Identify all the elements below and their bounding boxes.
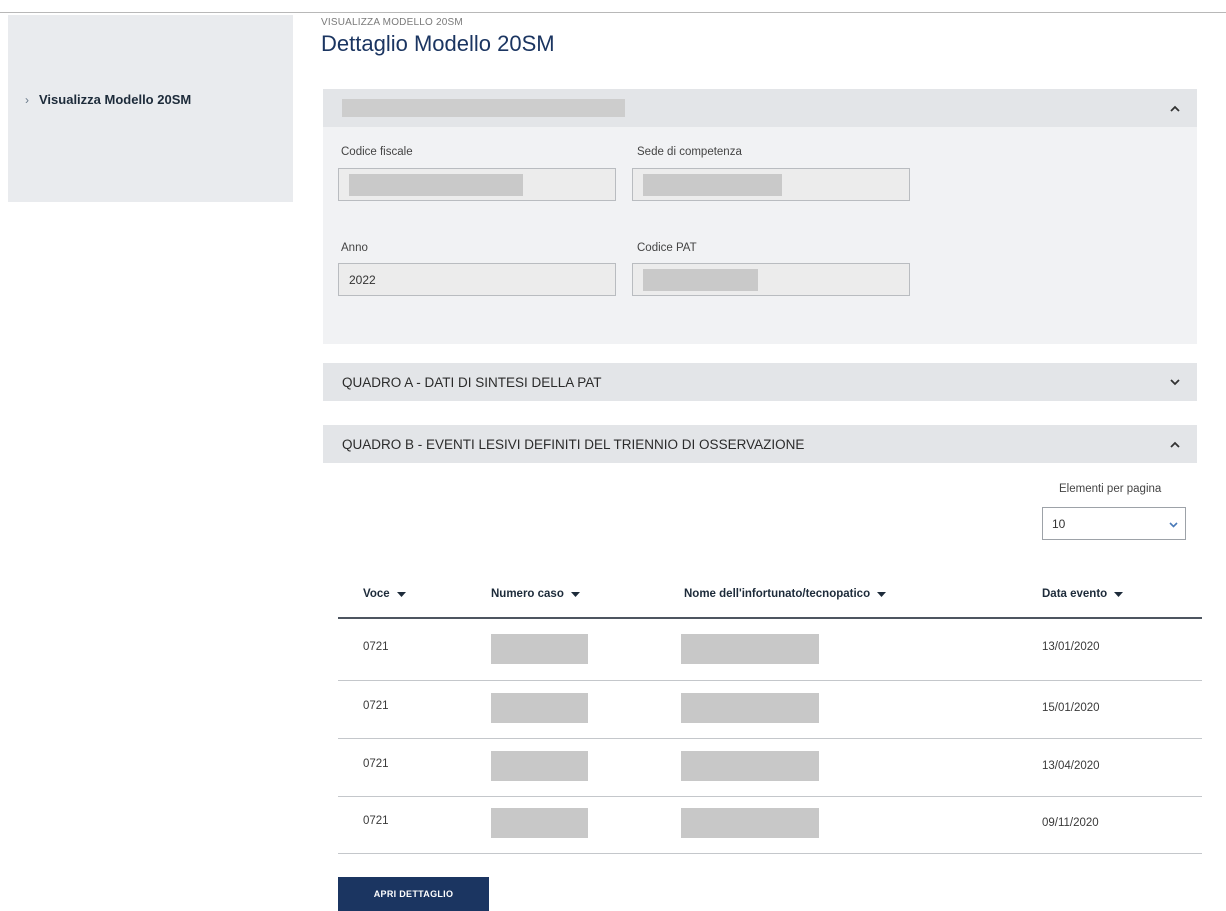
codice-fiscale-label: Codice fiscale	[341, 146, 413, 158]
sidebar	[8, 15, 293, 202]
column-header-numero-caso[interactable]: Numero caso	[491, 588, 580, 600]
general-panel-body	[323, 127, 1197, 344]
per-page-value: 10	[1052, 516, 1066, 531]
cell-data-evento: 09/11/2020	[1042, 817, 1099, 829]
row-divider	[338, 738, 1202, 739]
anno-field: 2022	[338, 263, 616, 296]
redacted-numero-caso	[491, 808, 588, 838]
chevron-down-icon	[1169, 517, 1178, 531]
page-title: Dettaglio Modello 20SM	[321, 31, 555, 56]
cell-voce: 0721	[363, 641, 389, 653]
sort-down-icon	[877, 588, 887, 600]
breadcrumb: VISUALIZZA MODELLO 20SM	[321, 17, 463, 28]
chevron-up-icon[interactable]	[1167, 436, 1183, 452]
quadro-a-header[interactable]: QUADRO A - DATI DI SINTESI DELLA PAT	[323, 363, 1197, 401]
redacted-nome	[681, 634, 819, 664]
redacted-numero-caso	[491, 634, 588, 664]
cell-voce: 0721	[363, 700, 389, 712]
quadro-b-title: QUADRO B - EVENTI LESIVI DEFINITI DEL TR…	[342, 436, 805, 452]
cell-data-evento: 13/01/2020	[1042, 641, 1100, 653]
redacted-numero-caso	[491, 751, 588, 781]
quadro-b-panel: QUADRO B - EVENTI LESIVI DEFINITI DEL TR…	[323, 425, 1197, 463]
redacted-nome	[681, 808, 819, 838]
cell-voce: 0721	[363, 815, 389, 827]
quadro-b-header[interactable]: QUADRO B - EVENTI LESIVI DEFINITI DEL TR…	[323, 425, 1197, 463]
general-panel	[323, 89, 1197, 344]
chevron-down-icon[interactable]	[1167, 374, 1183, 390]
column-header-label: Data evento	[1042, 588, 1108, 600]
codice-pat-field	[632, 263, 910, 296]
chevron-right-icon: ›	[25, 92, 29, 107]
redacted-value	[349, 173, 523, 196]
per-page-label: Elementi per pagina	[1059, 483, 1162, 495]
column-header-label: Numero caso	[491, 588, 564, 600]
column-header-nome[interactable]: Nome dell'infortunato/tecnopatico	[684, 588, 887, 600]
chevron-up-icon[interactable]	[1167, 100, 1183, 116]
row-divider	[338, 853, 1202, 854]
apri-dettaglio-button[interactable]: APRI DETTAGLIO	[338, 877, 489, 911]
redacted-nome	[681, 751, 819, 781]
row-divider	[338, 796, 1202, 797]
column-header-label: Nome dell'infortunato/tecnopatico	[684, 588, 871, 600]
redacted-value	[643, 173, 782, 196]
sort-down-icon	[1114, 588, 1124, 600]
cell-voce: 0721	[363, 758, 389, 770]
sede-label: Sede di competenza	[637, 146, 742, 158]
redacted-nome	[681, 693, 819, 723]
general-panel-header[interactable]	[323, 89, 1197, 127]
quadro-a-title: QUADRO A - DATI DI SINTESI DELLA PAT	[342, 374, 602, 390]
sidebar-item-label: Visualizza Modello 20SM	[39, 92, 192, 107]
cell-data-evento: 13/04/2020	[1042, 760, 1100, 772]
quadro-a-panel: QUADRO A - DATI DI SINTESI DELLA PAT	[323, 363, 1197, 401]
redacted-value	[643, 268, 758, 291]
redacted-panel-title	[342, 99, 625, 117]
anno-label: Anno	[341, 242, 368, 254]
column-header-voce[interactable]: Voce	[363, 588, 406, 600]
redacted-numero-caso	[491, 693, 588, 723]
top-divider	[0, 12, 1226, 13]
sidebar-item-visualizza-modello[interactable]: › Visualizza Modello 20SM	[25, 92, 191, 107]
codice-pat-label: Codice PAT	[637, 242, 697, 254]
table-header-divider	[338, 617, 1202, 619]
sede-field	[632, 168, 910, 201]
sort-down-icon	[396, 588, 406, 600]
sort-down-icon	[570, 588, 580, 600]
row-divider	[338, 680, 1202, 681]
per-page-select[interactable]: 10	[1042, 507, 1186, 540]
cell-data-evento: 15/01/2020	[1042, 702, 1100, 714]
column-header-data-evento[interactable]: Data evento	[1042, 588, 1124, 600]
codice-fiscale-field	[338, 168, 616, 201]
column-header-label: Voce	[363, 588, 390, 600]
